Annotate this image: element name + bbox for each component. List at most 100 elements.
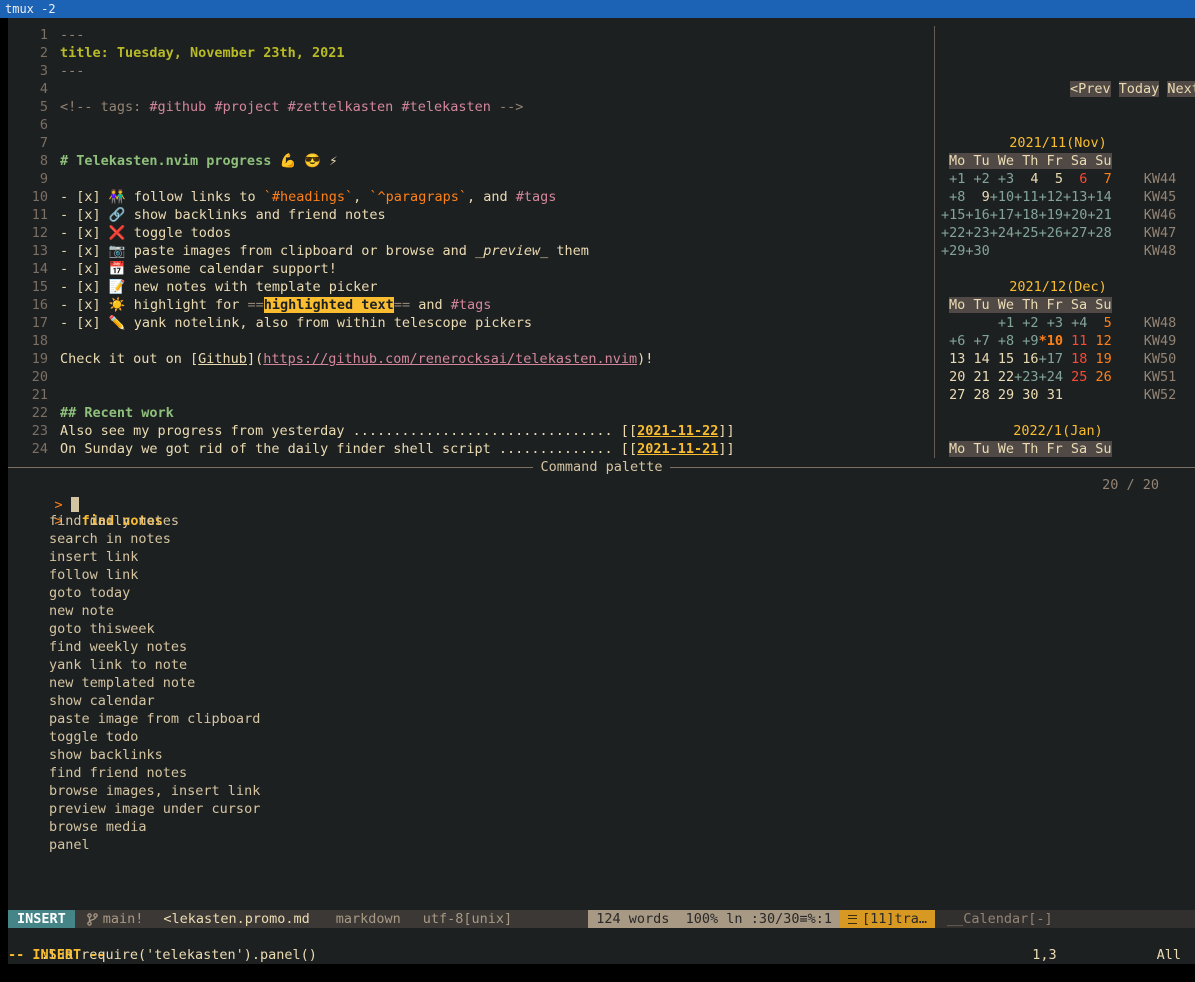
palette-item[interactable]: toggle todo	[8, 728, 1195, 746]
palette-item[interactable]: find friend notes	[8, 764, 1195, 782]
calendar-day[interactable]: 27	[941, 386, 965, 404]
calendar-day[interactable]: +28	[1087, 224, 1111, 242]
editor-line[interactable]: 5<!-- tags: #github #project #zettelkast…	[8, 98, 934, 116]
calendar-day[interactable]: 14	[965, 350, 989, 368]
palette-item[interactable]: show calendar	[8, 692, 1195, 710]
calendar-day[interactable]: +19	[1039, 206, 1063, 224]
editor-line[interactable]: 2title: Tuesday, November 23th, 2021	[8, 44, 934, 62]
calendar-day[interactable]: +25	[1014, 224, 1038, 242]
editor-line[interactable]: 15- [x] 📝 new notes with template picker	[8, 278, 934, 296]
calendar-day[interactable]: 9	[965, 188, 989, 206]
calendar-day[interactable]: 5	[1039, 170, 1063, 188]
calendar-day[interactable]: 16	[1014, 350, 1038, 368]
editor-line[interactable]: 12- [x] ❌ toggle todos	[8, 224, 934, 242]
calendar-day[interactable]: 20	[941, 368, 965, 386]
palette-item[interactable]: find weekly notes	[8, 638, 1195, 656]
editor-line[interactable]: 4	[8, 80, 934, 98]
calendar-next-button[interactable]: Next>	[1167, 81, 1195, 97]
editor-line[interactable]: 11- [x] 🔗 show backlinks and friend note…	[8, 206, 934, 224]
editor-line[interactable]: 20	[8, 368, 934, 386]
editor-line[interactable]: 9	[8, 170, 934, 188]
calendar-day[interactable]: +8	[941, 188, 965, 206]
palette-item[interactable]: search in notes	[8, 530, 1195, 548]
calendar-day[interactable]: 29	[990, 386, 1014, 404]
calendar-day[interactable]: 22	[990, 368, 1014, 386]
editor-line[interactable]: 3---	[8, 62, 934, 80]
calendar-day[interactable]: +20	[1063, 206, 1087, 224]
editor-line[interactable]: 13- [x] 📷 paste images from clipboard or…	[8, 242, 934, 260]
calendar-day[interactable]: 15	[990, 350, 1014, 368]
editor-line[interactable]: 16- [x] ☀️ highlight for ==highlighted t…	[8, 296, 934, 314]
editor-line[interactable]: 18	[8, 332, 934, 350]
calendar-day[interactable]: +24	[1039, 368, 1063, 386]
calendar-day[interactable]: 4	[1014, 170, 1038, 188]
editor-line[interactable]: 8# Telekasten.nvim progress 💪 😎 ⚡	[8, 152, 934, 170]
calendar-day[interactable]: 26	[1087, 368, 1111, 386]
editor-line[interactable]: 21	[8, 386, 934, 404]
calendar-day[interactable]: 6	[1063, 170, 1087, 188]
calendar-day[interactable]: 7	[1087, 170, 1111, 188]
editor-line[interactable]: 1---	[8, 26, 934, 44]
palette-item[interactable]: new note	[8, 602, 1195, 620]
calendar-day[interactable]: +22	[941, 224, 965, 242]
editor-line[interactable]: 17- [x] ✏️ yank notelink, also from with…	[8, 314, 934, 332]
calendar-day[interactable]: +17	[1039, 350, 1063, 368]
calendar-day[interactable]: 19	[1087, 350, 1111, 368]
calendar-day[interactable]: +6	[941, 332, 965, 350]
palette-item[interactable]: goto today	[8, 584, 1195, 602]
calendar-day[interactable]: +11	[1014, 188, 1038, 206]
calendar-day[interactable]: +14	[1087, 188, 1111, 206]
palette-item[interactable]: insert link	[8, 548, 1195, 566]
editor-line[interactable]: 23Also see my progress from yesterday ..…	[8, 422, 934, 440]
calendar-day[interactable]: +24	[990, 224, 1014, 242]
palette-item[interactable]: yank link to note	[8, 656, 1195, 674]
calendar-day[interactable]: +4	[1063, 314, 1087, 332]
palette-item[interactable]: paste image from clipboard	[8, 710, 1195, 728]
calendar-day[interactable]: +27	[1063, 224, 1087, 242]
calendar-day[interactable]: 31	[1039, 386, 1063, 404]
calendar-day[interactable]: +3	[1039, 314, 1063, 332]
calendar-day[interactable]: +29	[941, 242, 965, 260]
calendar-day[interactable]: +21	[1087, 206, 1111, 224]
editor-line[interactable]: 22## Recent work	[8, 404, 934, 422]
palette-item[interactable]: preview image under cursor	[8, 800, 1195, 818]
calendar-day[interactable]: +23	[965, 224, 989, 242]
calendar-day[interactable]: 25	[1063, 368, 1087, 386]
editor-buffer[interactable]: 1---2title: Tuesday, November 23th, 2021…	[8, 26, 934, 458]
palette-item[interactable]: find daily notes	[8, 512, 1195, 530]
palette-item[interactable]: goto thisweek	[8, 620, 1195, 638]
palette-item[interactable]: new templated note	[8, 674, 1195, 692]
command-line[interactable]: :lua require('telekasten').panel()	[8, 928, 1195, 946]
calendar-day[interactable]: +12	[1039, 188, 1063, 206]
calendar-prev-button[interactable]: <Prev	[1070, 81, 1111, 97]
calendar-day[interactable]: +9	[1014, 332, 1038, 350]
calendar-day[interactable]: 12	[1087, 332, 1111, 350]
calendar-today-button[interactable]: Today	[1119, 81, 1160, 97]
calendar-day[interactable]: +10	[990, 188, 1014, 206]
palette-item[interactable]: follow link	[8, 566, 1195, 584]
calendar-day[interactable]: 28	[965, 386, 989, 404]
calendar-day[interactable]: 11	[1063, 332, 1087, 350]
calendar-day[interactable]: +1	[941, 170, 965, 188]
calendar-day[interactable]: +26	[1039, 224, 1063, 242]
calendar-day[interactable]: 5	[1087, 314, 1111, 332]
calendar-day[interactable]: 30	[1014, 386, 1038, 404]
editor-line[interactable]: 14- [x] 📅 awesome calendar support!	[8, 260, 934, 278]
editor-line[interactable]: 24On Sunday we got rid of the daily find…	[8, 440, 934, 458]
tabs-indicator[interactable]: [11]tra…	[840, 910, 935, 928]
palette-item[interactable]: browse media	[8, 818, 1195, 836]
calendar-day[interactable]: +7	[965, 332, 989, 350]
calendar-day[interactable]: +3	[990, 170, 1014, 188]
calendar-day[interactable]: +8	[990, 332, 1014, 350]
calendar-day[interactable]: +2	[1014, 314, 1038, 332]
calendar-day[interactable]: +17	[990, 206, 1014, 224]
calendar-day[interactable]: +13	[1063, 188, 1087, 206]
palette-item[interactable]: show backlinks	[8, 746, 1195, 764]
editor-line[interactable]: 19Check it out on [Github](https://githu…	[8, 350, 934, 368]
palette-prompt-input[interactable]: > 20 / 20	[8, 476, 1195, 494]
calendar-day[interactable]: 18	[1063, 350, 1087, 368]
calendar-day[interactable]: +30	[965, 242, 989, 260]
calendar-day[interactable]: 21	[965, 368, 989, 386]
calendar-day[interactable]: *10	[1039, 332, 1063, 350]
palette-selected-item[interactable]: >find notes	[8, 494, 1195, 512]
